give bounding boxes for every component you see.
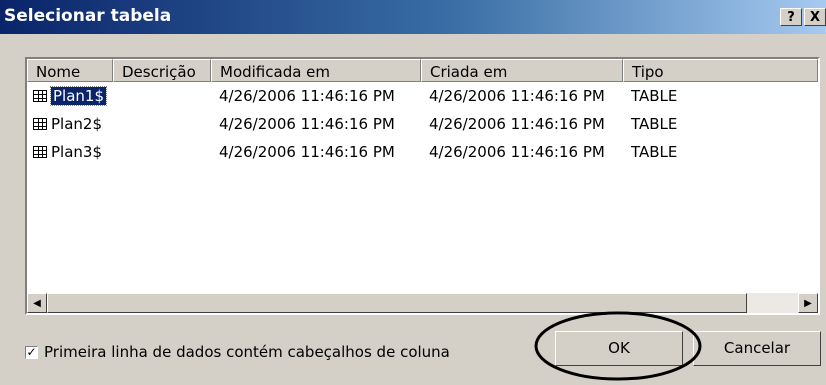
table-rows: Plan1$ 4/26/2006 11:46:16 PM 4/26/2006 1… bbox=[27, 82, 818, 166]
row-name: Plan3$ bbox=[51, 143, 102, 161]
cancel-button[interactable]: Cancelar bbox=[693, 331, 821, 366]
row-created: 4/26/2006 11:46:16 PM bbox=[429, 115, 605, 133]
column-header-nome[interactable]: Nome bbox=[27, 59, 113, 82]
row-name-cell: Plan2$ bbox=[27, 115, 113, 133]
row-type: TABLE bbox=[631, 87, 678, 105]
column-header-tipo[interactable]: Tipo bbox=[623, 59, 818, 82]
close-button[interactable]: X bbox=[804, 8, 826, 26]
header-row-checkbox[interactable]: ✓ bbox=[25, 345, 38, 359]
header-row-option[interactable]: ✓ Primeira linha de dados contém cabeçal… bbox=[25, 343, 450, 361]
row-modified: 4/26/2006 11:46:16 PM bbox=[219, 143, 395, 161]
row-created: 4/26/2006 11:46:16 PM bbox=[429, 143, 605, 161]
window-title: Selecionar tabela bbox=[4, 6, 172, 26]
table-icon bbox=[33, 146, 47, 158]
table-header: Nome Descrição Modificada em Criada em T… bbox=[27, 59, 818, 82]
row-name-cell: Plan3$ bbox=[27, 143, 113, 161]
row-type: TABLE bbox=[631, 143, 678, 161]
highlight-ellipse-shape bbox=[534, 311, 702, 381]
header-row-checkbox-label[interactable]: Primeira linha de dados contém cabeçalho… bbox=[44, 343, 450, 361]
row-name: Plan1$ bbox=[50, 86, 107, 106]
row-name-cell: Plan1$ bbox=[27, 86, 113, 106]
row-modified: 4/26/2006 11:46:16 PM bbox=[219, 115, 395, 133]
table-row[interactable]: Plan3$ 4/26/2006 11:46:16 PM 4/26/2006 1… bbox=[27, 138, 818, 166]
title-bar: Selecionar tabela ? X bbox=[0, 0, 826, 34]
table-icon bbox=[33, 90, 47, 102]
scroll-right-icon[interactable]: ▶ bbox=[798, 293, 818, 313]
scroll-left-icon[interactable]: ◀ bbox=[27, 293, 47, 313]
table-list[interactable]: Nome Descrição Modificada em Criada em T… bbox=[25, 57, 820, 315]
table-row[interactable]: Plan1$ 4/26/2006 11:46:16 PM 4/26/2006 1… bbox=[27, 82, 818, 110]
title-buttons: ? X bbox=[778, 8, 826, 26]
column-header-descricao[interactable]: Descrição bbox=[113, 59, 211, 82]
row-created: 4/26/2006 11:46:16 PM bbox=[429, 87, 605, 105]
table-icon bbox=[33, 118, 47, 130]
row-modified: 4/26/2006 11:46:16 PM bbox=[219, 87, 395, 105]
column-header-criada[interactable]: Criada em bbox=[421, 59, 623, 82]
help-button[interactable]: ? bbox=[780, 8, 802, 26]
row-type: TABLE bbox=[631, 115, 678, 133]
column-header-modificada[interactable]: Modificada em bbox=[211, 59, 421, 82]
row-name: Plan2$ bbox=[51, 115, 102, 133]
scroll-track[interactable] bbox=[747, 293, 798, 313]
highlight-ellipse bbox=[534, 311, 702, 381]
table-row[interactable]: Plan2$ 4/26/2006 11:46:16 PM 4/26/2006 1… bbox=[27, 110, 818, 138]
